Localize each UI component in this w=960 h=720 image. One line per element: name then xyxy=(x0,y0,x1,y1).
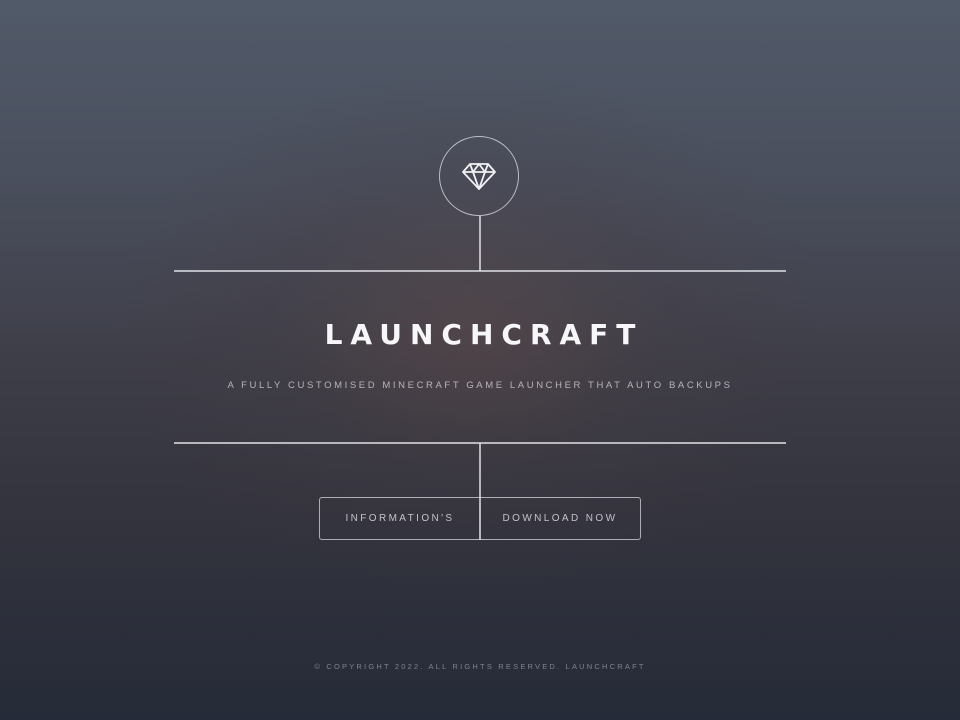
download-button[interactable]: DOWNLOAD NOW xyxy=(480,498,640,539)
information-button[interactable]: INFORMATION'S xyxy=(320,498,480,539)
action-button-group: INFORMATION'S DOWNLOAD NOW xyxy=(319,497,641,540)
page-title: LAUNCHCRAFT xyxy=(324,318,644,351)
diamond-icon xyxy=(462,163,496,190)
divider-top xyxy=(174,270,786,272)
tagline: A FULLY CUSTOMISED MINECRAFT GAME LAUNCH… xyxy=(227,380,733,391)
logo-badge xyxy=(439,136,519,216)
copyright-text: © COPYRIGHT 2022. ALL RIGHTS RESERVED. L… xyxy=(314,662,646,671)
connector-line-top xyxy=(479,216,481,271)
landing-page: LAUNCHCRAFT A FULLY CUSTOMISED MINECRAFT… xyxy=(0,0,960,720)
